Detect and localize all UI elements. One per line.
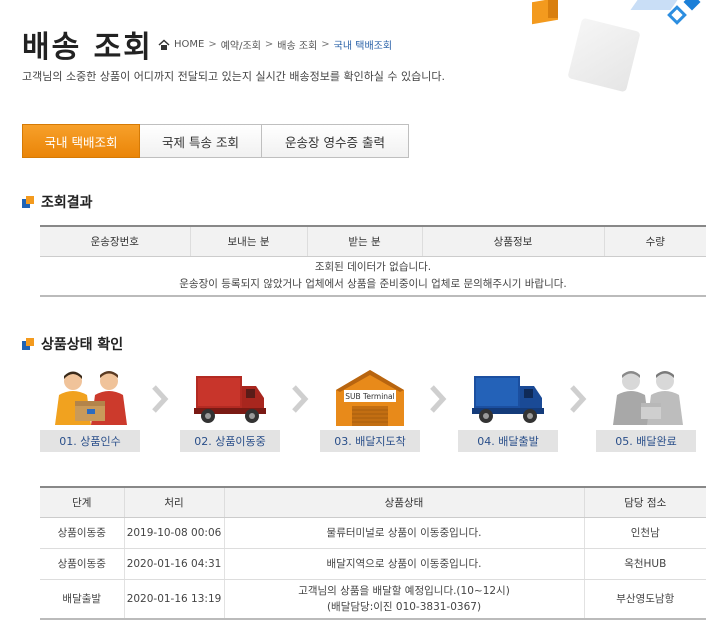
- cell-state: 고객님의 상품을 배달할 예정입니다.(10~12시) (배달담당:이진 010…: [223, 579, 584, 620]
- cell-time: 2020-01-16 04:31: [123, 548, 224, 580]
- cell-stage: 배달출발: [40, 579, 124, 620]
- status-table: 단계 처리 상품상태 담당 점소 상품이동중 2019-10-08 00:06 …: [40, 486, 706, 620]
- step-label: 02. 상품이동중: [180, 430, 280, 452]
- cell-branch: 부산영도남항: [583, 579, 706, 620]
- table-row: 배달출발 2020-01-16 13:19 고객님의 상품을 배달할 예정입니다…: [40, 579, 706, 620]
- decor-cube-orange-side: [548, 0, 558, 18]
- empty-message-line: 조회된 데이터가 없습니다.: [314, 260, 432, 273]
- cell-time: 2020-01-16 13:19: [123, 579, 224, 620]
- column-header: 상품상태: [223, 487, 584, 518]
- handover-icon: [55, 371, 127, 425]
- breadcrumb-reservation[interactable]: 예약/조회: [221, 37, 261, 52]
- breadcrumb-separator: >: [208, 39, 217, 50]
- step-label: 03. 배달지도착: [320, 430, 420, 452]
- breadcrumb-tracking[interactable]: 배송 조회: [277, 37, 317, 52]
- breadcrumb-current: 국내 택배조회: [333, 41, 393, 52]
- chevron-right-icon: [570, 385, 587, 413]
- decor-diamond-fill: [683, 0, 701, 11]
- decor-cube-gray: [567, 17, 641, 93]
- table-header-row: 운송장번호 보내는 분 받는 분 상품정보 수량: [40, 226, 706, 257]
- column-header: 수량: [603, 226, 706, 257]
- state-line-contact: (배달담당:이진 010-3831-0367): [326, 600, 482, 613]
- status-title-text: 상품상태 확인: [41, 337, 124, 353]
- column-header: 받는 분: [306, 226, 422, 257]
- delivered-icon: [613, 371, 683, 425]
- cell-branch: 옥천HUB: [583, 548, 706, 580]
- breadcrumb-separator: >: [321, 39, 330, 50]
- tab-domestic[interactable]: 국내 택배조회: [22, 124, 140, 158]
- home-icon: [158, 38, 170, 50]
- warehouse-icon: SUB Terminal: [336, 370, 404, 426]
- column-header: 담당 점소: [583, 487, 706, 518]
- table-row: 상품이동중 2020-01-16 04:31 배달지역으로 상품이 이동중입니다…: [40, 548, 706, 580]
- cell-stage: 상품이동중: [40, 517, 124, 549]
- chevron-right-icon: [430, 385, 447, 413]
- table-header-row: 단계 처리 상품상태 담당 점소: [40, 487, 706, 518]
- breadcrumb-home[interactable]: HOME: [174, 39, 204, 50]
- step-label: 05. 배달완료: [596, 430, 696, 452]
- column-header: 단계: [40, 487, 124, 518]
- decor-bar-blue: [630, 0, 678, 10]
- blue-truck-icon: [472, 376, 544, 423]
- state-line: 고객님의 상품을 배달할 예정입니다.(10~12시): [298, 584, 510, 597]
- tab-receipt-print[interactable]: 운송장 영수증 출력: [262, 124, 409, 158]
- cell-state: 물류터미널로 상품이 이동중입니다.: [223, 517, 584, 549]
- section-bullet-icon: [22, 338, 34, 350]
- step-in-transit: 02. 상품이동중: [180, 368, 280, 452]
- red-truck-icon: [194, 376, 266, 423]
- column-header: 처리: [123, 487, 224, 518]
- column-header: 상품정보: [421, 226, 604, 257]
- cell-stage: 상품이동중: [40, 548, 124, 580]
- result-table: 운송장번호 보내는 분 받는 분 상품정보 수량 조회된 데이터가 없습니다. …: [40, 225, 706, 297]
- section-bullet-icon: [22, 196, 34, 208]
- step-label: 01. 상품인수: [40, 430, 140, 452]
- step-received: 01. 상품인수: [40, 368, 140, 452]
- result-title-text: 조회결과: [41, 195, 93, 211]
- step-delivered: 05. 배달완료: [596, 368, 696, 452]
- breadcrumb-separator: >: [264, 39, 274, 50]
- step-out-for-delivery: 04. 배달출발: [458, 368, 558, 452]
- column-header: 운송장번호: [40, 226, 190, 257]
- status-steps: 01. 상품인수 02. 상품이동중 SUB Terminal 03. 배달지도…: [40, 368, 710, 456]
- chevron-right-icon: [292, 385, 309, 413]
- tab-international[interactable]: 국제 특송 조회: [140, 124, 262, 158]
- page-subtitle: 고객님의 소중한 상품이 어디까지 전달되고 있는지 실시간 배송정보를 확인하…: [22, 70, 446, 83]
- table-row: 상품이동중 2019-10-08 00:06 물류터미널로 상품이 이동중입니다…: [40, 517, 706, 549]
- table-row: 조회된 데이터가 없습니다. 운송장이 등록되지 않았거나 업체에서 상품을 준…: [40, 256, 706, 297]
- cell-time: 2019-10-08 00:06: [123, 517, 224, 549]
- column-header: 보내는 분: [189, 226, 307, 257]
- tab-bar: 국내 택배조회 국제 특송 조회 운송장 영수증 출력: [22, 124, 409, 158]
- empty-message: 조회된 데이터가 없습니다. 운송장이 등록되지 않았거나 업체에서 상품을 준…: [40, 256, 706, 297]
- cell-state: 배달지역으로 상품이 이동중입니다.: [223, 548, 584, 580]
- step-label: 04. 배달출발: [458, 430, 558, 452]
- page-title: 배송 조회: [22, 30, 153, 65]
- step-arrived: SUB Terminal 03. 배달지도착: [320, 368, 420, 452]
- status-section-title: 상품상태 확인: [22, 334, 123, 354]
- result-section-title: 조회결과: [22, 192, 93, 212]
- chevron-right-icon: [152, 385, 169, 413]
- breadcrumb: HOME > 예약/조회 > 배송 조회 > 국내 택배조회: [158, 37, 392, 52]
- empty-message-line: 운송장이 등록되지 않았거나 업체에서 상품을 준비중이니 업체로 문의해주시기…: [179, 277, 567, 290]
- cell-branch: 인천남: [583, 517, 706, 549]
- terminal-sign: SUB Terminal: [345, 392, 394, 401]
